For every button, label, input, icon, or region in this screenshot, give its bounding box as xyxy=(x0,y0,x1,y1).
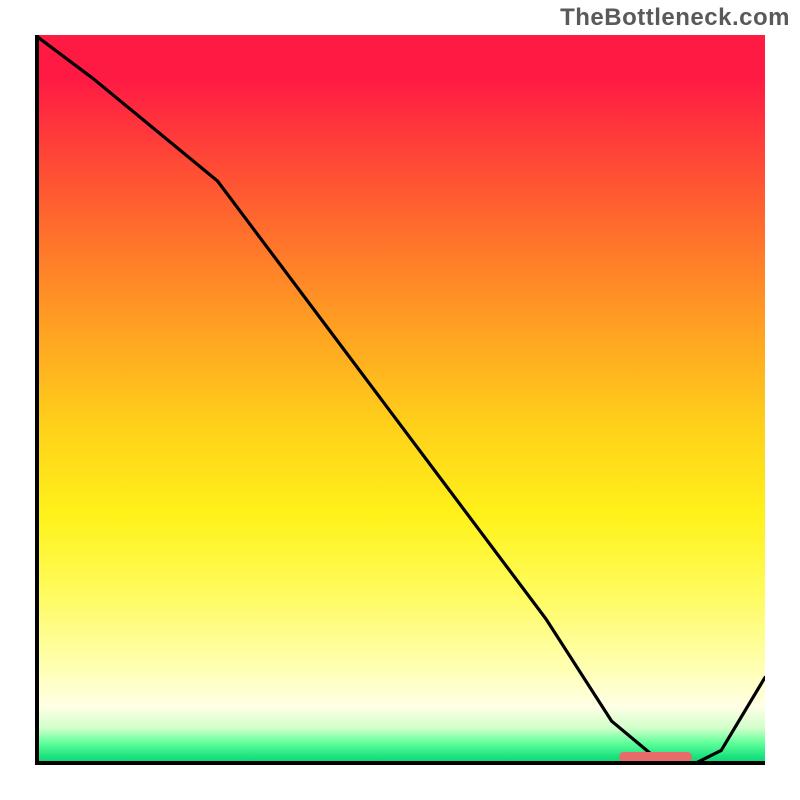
watermark-text: TheBottleneck.com xyxy=(560,4,790,32)
chart-container: TheBottleneck.com xyxy=(0,0,800,800)
curve-line xyxy=(35,35,765,765)
plot-area xyxy=(35,35,765,765)
highlight-marker xyxy=(619,752,692,762)
